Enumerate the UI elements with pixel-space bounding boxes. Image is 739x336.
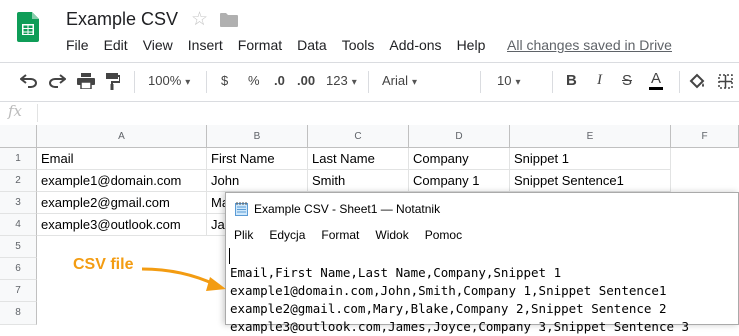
menu-insert[interactable]: Insert <box>188 37 223 55</box>
notepad-title: Example CSV - Sheet1 — Notatnik <box>254 202 441 216</box>
csv-line: example3@outlook.com,James,Joyce,Company… <box>230 319 690 334</box>
toolbar: 100% $ % .0 .00 123 Arial 10 B I S A <box>0 62 739 102</box>
csv-file-callout: CSV file <box>73 256 134 273</box>
print-icon[interactable] <box>77 73 95 89</box>
undo-icon[interactable] <box>20 74 38 88</box>
formula-bar[interactable] <box>0 101 739 126</box>
cell-c1[interactable]: Last Name <box>308 148 409 170</box>
cell-b2[interactable]: John <box>207 170 308 192</box>
select-all-corner[interactable] <box>0 125 37 148</box>
notepad-app-icon <box>235 202 248 216</box>
cell-a1[interactable]: Email <box>37 148 207 170</box>
menu-edit[interactable]: Edit <box>104 37 128 55</box>
fx-label: fx <box>8 102 23 120</box>
menu-file[interactable]: File <box>66 37 89 55</box>
column-header-c[interactable]: C <box>308 125 409 148</box>
increase-decimal-button[interactable]: .00 <box>297 73 315 88</box>
callout-arrow-icon <box>141 267 226 291</box>
save-status-link[interactable]: All changes saved in Drive <box>507 37 672 53</box>
menu-data[interactable]: Data <box>297 37 327 55</box>
cell-e2[interactable]: Snippet Sentence1 <box>510 170 671 192</box>
folder-icon[interactable] <box>220 13 238 27</box>
star-icon[interactable]: ☆ <box>191 8 208 31</box>
notepad-menu-file[interactable]: Plik <box>234 228 253 242</box>
cell-a3[interactable]: example2@gmail.com <box>37 192 207 214</box>
column-header-a[interactable]: A <box>37 125 207 148</box>
strikethrough-button[interactable]: S <box>622 72 632 89</box>
cell-d2[interactable]: Company 1 <box>409 170 510 192</box>
document-title[interactable]: Example CSV <box>66 9 178 30</box>
row-header-5[interactable]: 5 <box>0 236 37 258</box>
menu-bar: File Edit View Insert Format Data Tools … <box>66 37 500 55</box>
column-header-e[interactable]: E <box>510 125 671 148</box>
menu-format[interactable]: Format <box>238 37 282 55</box>
notepad-menu-bar: Plik Edycja Format Widok Pomoc <box>234 228 478 242</box>
cell-d1[interactable]: Company <box>409 148 510 170</box>
more-formats-select[interactable]: 123 <box>326 73 357 88</box>
zoom-select[interactable]: 100% <box>148 73 190 88</box>
font-family-select[interactable]: Arial <box>382 73 470 88</box>
menu-tools[interactable]: Tools <box>342 37 375 55</box>
notepad-menu-help[interactable]: Pomoc <box>425 228 462 242</box>
row-header-8[interactable]: 8 <box>0 302 37 325</box>
cell-a4[interactable]: example3@outlook.com <box>37 214 207 236</box>
row-header-1[interactable]: 1 <box>0 148 37 170</box>
bold-button[interactable]: B <box>566 72 577 89</box>
font-size-select[interactable]: 10 <box>497 73 537 88</box>
menu-view[interactable]: View <box>143 37 173 55</box>
cell-c2[interactable]: Smith <box>308 170 409 192</box>
row-header-3[interactable]: 3 <box>0 192 37 214</box>
column-header-b[interactable]: B <box>207 125 308 148</box>
csv-line: example2@gmail.com,Mary,Blake,Company 2,… <box>230 301 667 316</box>
notepad-text-area[interactable]: Email,First Name,Last Name,Company,Snipp… <box>230 246 689 336</box>
redo-icon[interactable] <box>48 74 66 88</box>
percent-format-button[interactable]: % <box>248 73 260 88</box>
notepad-menu-view[interactable]: Widok <box>375 228 408 242</box>
text-color-button[interactable]: A <box>649 70 664 90</box>
row-header-6[interactable]: 6 <box>0 258 37 280</box>
formula-bar-divider <box>37 104 38 122</box>
notepad-window[interactable]: Example CSV - Sheet1 — Notatnik Plik Edy… <box>225 192 739 334</box>
csv-line: Email,First Name,Last Name,Company,Snipp… <box>230 265 562 280</box>
notepad-menu-format[interactable]: Format <box>321 228 359 242</box>
row-header-2[interactable]: 2 <box>0 170 37 192</box>
fill-color-icon[interactable] <box>689 73 706 90</box>
cell-e1[interactable]: Snippet 1 <box>510 148 671 170</box>
borders-icon[interactable] <box>718 74 733 89</box>
menu-help[interactable]: Help <box>457 37 486 55</box>
cell-b1[interactable]: First Name <box>207 148 308 170</box>
menu-addons[interactable]: Add-ons <box>389 37 441 55</box>
notepad-menu-edit[interactable]: Edycja <box>269 228 305 242</box>
google-sheets-logo-icon[interactable] <box>17 12 39 42</box>
paint-format-icon[interactable] <box>106 73 120 90</box>
cell-a2[interactable]: example1@domain.com <box>37 170 207 192</box>
row-header-7[interactable]: 7 <box>0 280 37 302</box>
currency-format-button[interactable]: $ <box>221 73 228 88</box>
italic-button[interactable]: I <box>597 72 602 89</box>
column-header-f[interactable]: F <box>671 125 739 148</box>
row-header-4[interactable]: 4 <box>0 214 37 236</box>
decrease-decimal-button[interactable]: .0 <box>274 73 285 88</box>
column-header-d[interactable]: D <box>409 125 510 148</box>
csv-line: example1@domain.com,John,Smith,Company 1… <box>230 283 667 298</box>
